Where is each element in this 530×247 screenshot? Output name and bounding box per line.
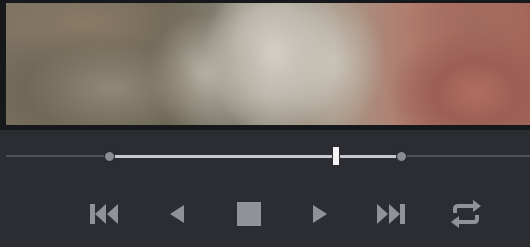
video-viewer (0, 0, 530, 247)
stop-button[interactable] (231, 198, 267, 230)
loop-button[interactable] (448, 198, 484, 230)
in-point-handle[interactable] (104, 151, 115, 162)
in-out-range (110, 155, 402, 158)
skip-to-end-icon (377, 204, 405, 224)
loop-icon (451, 200, 481, 228)
play-icon (313, 205, 327, 223)
play-reverse-icon (170, 205, 184, 223)
playhead[interactable] (332, 146, 340, 166)
go-to-start-button[interactable] (86, 198, 122, 230)
transport-controls (0, 186, 530, 242)
out-point-handle[interactable] (396, 151, 407, 162)
go-to-end-button[interactable] (373, 198, 409, 230)
play-reverse-button[interactable] (158, 198, 194, 230)
play-forward-button[interactable] (303, 198, 339, 230)
video-preview[interactable] (6, 3, 530, 125)
stop-icon (237, 202, 261, 226)
skip-to-start-icon (90, 204, 118, 224)
